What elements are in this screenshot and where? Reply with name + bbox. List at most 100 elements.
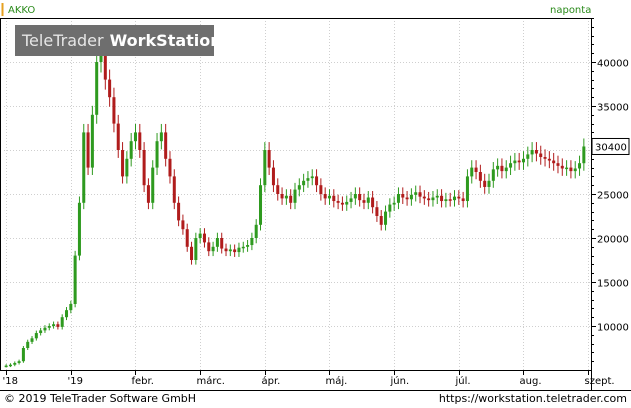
candle bbox=[21, 346, 25, 363]
candle bbox=[164, 123, 168, 167]
candle bbox=[310, 169, 314, 186]
candle-body bbox=[565, 167, 569, 170]
candle-body bbox=[371, 197, 375, 208]
candle bbox=[297, 178, 301, 197]
candle-body bbox=[246, 245, 250, 247]
candle-body bbox=[491, 169, 495, 181]
candle-body bbox=[177, 202, 181, 221]
candle bbox=[379, 210, 383, 231]
x-tick-label: ápr. bbox=[262, 375, 281, 387]
candle-body bbox=[310, 176, 314, 179]
candle bbox=[202, 228, 206, 248]
x-tick-label: '18 bbox=[3, 376, 18, 387]
candle-body bbox=[224, 248, 228, 252]
candle-body bbox=[396, 194, 400, 203]
copyright-text: © 2019 TeleTrader Software GmbH bbox=[4, 392, 197, 405]
candle-body bbox=[56, 324, 60, 327]
footer-url-link[interactable]: https://workstation.teletrader.com bbox=[439, 392, 627, 405]
y-tick-label: 15000 bbox=[597, 279, 629, 290]
candle bbox=[582, 138, 586, 171]
candle-body bbox=[142, 150, 146, 186]
candle bbox=[366, 191, 370, 210]
candle-body bbox=[315, 176, 319, 186]
candle-body bbox=[151, 167, 155, 203]
candle-body bbox=[276, 185, 280, 194]
candle-body bbox=[543, 157, 547, 159]
candle bbox=[82, 123, 86, 210]
candle bbox=[332, 189, 336, 208]
candle-body bbox=[327, 195, 331, 199]
candle bbox=[56, 321, 60, 330]
candle-body bbox=[293, 189, 297, 203]
candle bbox=[353, 187, 357, 205]
candle-body bbox=[73, 255, 77, 304]
candle bbox=[220, 232, 224, 254]
price-chart: 10000150002000025000300003500040000 '18'… bbox=[0, 3, 631, 391]
candle-body bbox=[155, 141, 159, 168]
candle bbox=[384, 205, 388, 231]
candle bbox=[34, 330, 38, 341]
candle-body bbox=[254, 224, 258, 238]
candle bbox=[362, 193, 366, 210]
candle-body bbox=[366, 197, 370, 203]
candle-body bbox=[560, 165, 564, 169]
candle-body bbox=[65, 310, 69, 318]
x-tick-label: szept. bbox=[585, 376, 615, 387]
candle bbox=[276, 178, 280, 201]
candle bbox=[396, 187, 400, 210]
candle bbox=[95, 51, 99, 124]
candle bbox=[517, 152, 521, 170]
teletrader-watermark: TeleTrader WorkStation bbox=[15, 25, 222, 56]
candle bbox=[250, 232, 254, 251]
candle-body bbox=[190, 246, 194, 260]
candle-body bbox=[534, 150, 538, 154]
candle bbox=[539, 145, 543, 165]
candle bbox=[241, 241, 245, 253]
candle-body bbox=[504, 167, 508, 172]
x-tick-label: júl. bbox=[455, 375, 471, 387]
candle bbox=[470, 160, 474, 184]
candle-body bbox=[30, 338, 34, 342]
candle-body bbox=[112, 97, 116, 124]
candle-body bbox=[164, 132, 168, 159]
candle bbox=[560, 158, 564, 176]
candle bbox=[573, 161, 577, 179]
candle-body bbox=[8, 364, 12, 367]
candle-body bbox=[297, 185, 301, 190]
candle-body bbox=[375, 207, 379, 216]
x-axis-ticks: '18 '19 febr. márc. ápr. máj. jún. júl. aug. szep… bbox=[3, 370, 615, 387]
candle bbox=[172, 169, 176, 210]
candlestick-series bbox=[4, 33, 586, 368]
candle bbox=[30, 336, 34, 345]
candle-body bbox=[461, 198, 465, 202]
candle-body bbox=[526, 154, 530, 159]
candle bbox=[26, 339, 30, 350]
candle bbox=[13, 361, 17, 367]
y-tick-label: 35000 bbox=[597, 103, 629, 114]
candle-body bbox=[129, 141, 133, 159]
candle-body bbox=[181, 220, 185, 230]
candle-body bbox=[345, 201, 349, 205]
candle-body bbox=[211, 246, 215, 252]
candle-body bbox=[478, 172, 482, 181]
candle bbox=[552, 152, 556, 171]
current-value-marker: 30400 bbox=[591, 137, 630, 155]
candle-body bbox=[384, 211, 388, 225]
svg-text:TeleTraderWorkStation: TeleTrader WorkStation bbox=[21, 31, 222, 50]
candle-body bbox=[172, 176, 176, 203]
candle-body bbox=[60, 317, 64, 327]
candle bbox=[487, 173, 491, 194]
candle bbox=[392, 196, 396, 211]
candle bbox=[168, 151, 172, 184]
candle bbox=[556, 155, 560, 174]
candle-body bbox=[418, 192, 422, 197]
candle-body bbox=[556, 163, 560, 166]
frequency-label: naponta bbox=[550, 5, 591, 16]
candle bbox=[496, 158, 500, 177]
candle-body bbox=[250, 238, 254, 246]
x-tick-label: máj. bbox=[326, 375, 348, 387]
candle-body bbox=[422, 196, 426, 199]
candle bbox=[17, 359, 21, 365]
candle-body bbox=[573, 168, 577, 172]
candle-body bbox=[448, 199, 452, 201]
